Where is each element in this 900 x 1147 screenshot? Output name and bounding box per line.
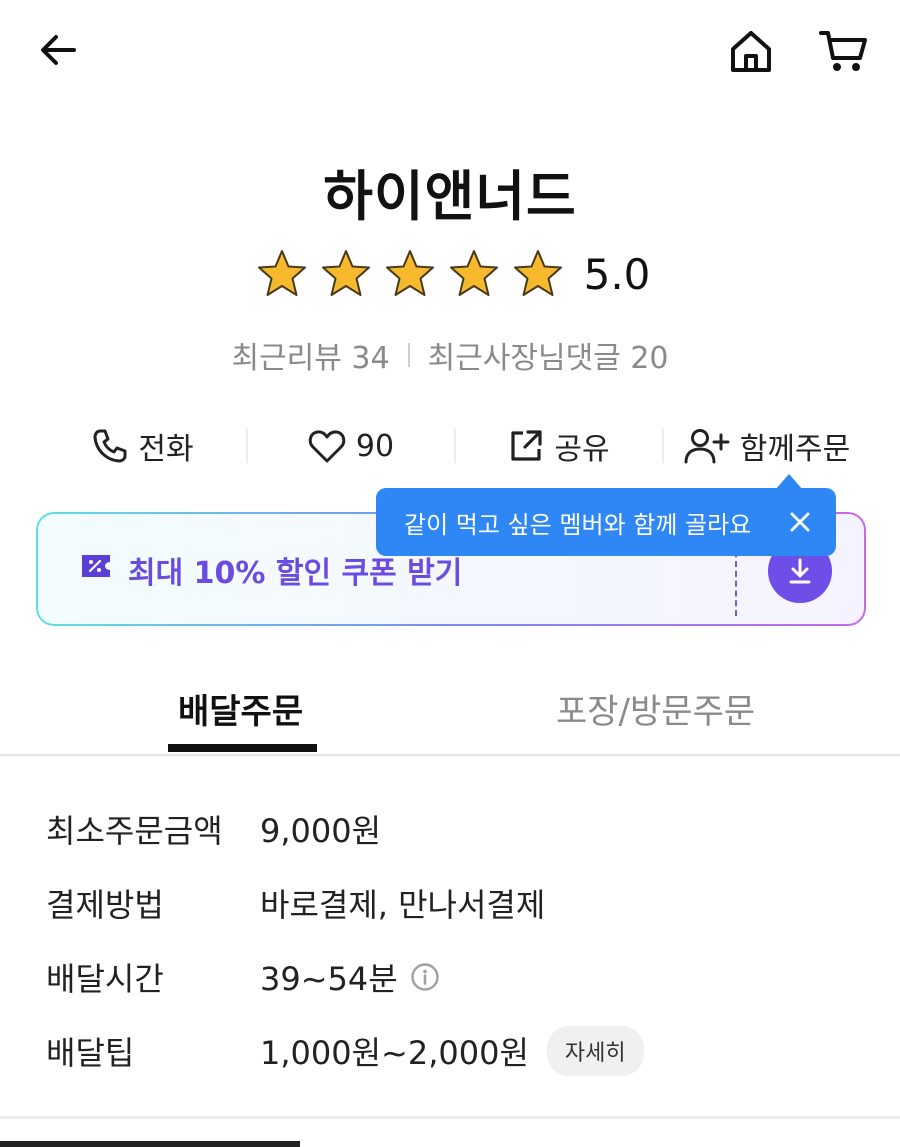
delivery-time-text: 39~54분	[260, 960, 398, 998]
delivery-time-row: 배달시간 39~54분	[46, 954, 440, 1000]
payment-value: 바로결제, 만나서결제	[260, 886, 546, 924]
home-icon	[731, 31, 771, 72]
order-type-tabs: 배달주문 포장/방문주문	[0, 670, 900, 756]
delivery-tip-label: 배달팁	[46, 1034, 135, 1072]
delivery-time-value: 39~54분	[260, 954, 440, 1000]
star-icon	[513, 250, 562, 296]
rating-row: 5.0	[0, 248, 900, 300]
like-count: 90	[355, 428, 395, 464]
share-label: 공유	[554, 432, 610, 467]
tab-pickup-visit-order[interactable]: 포장/방문주문	[556, 684, 755, 733]
group-order-label: 함께주문	[739, 432, 851, 467]
min-order-label: 최소주문금액	[46, 812, 223, 850]
action-row: 전화 90 공유 함께주문	[40, 420, 870, 472]
rating-value: 5.0	[583, 249, 651, 299]
payment-row: 결제방법 바로결제, 만나서결제	[46, 880, 545, 926]
add-user-icon	[684, 429, 730, 464]
cart-button[interactable]	[814, 22, 872, 80]
section-divider	[0, 1116, 900, 1119]
close-icon[interactable]	[786, 508, 814, 536]
delivery-tip-row: 배달팁 1,000원~2,000원 자세히	[46, 1026, 644, 1076]
tooltip-text: 같이 먹고 싶은 멤버와 함께 골라요	[404, 510, 752, 539]
store-name: 하이앤너드	[323, 165, 577, 228]
payment-label: 결제방법	[46, 886, 164, 924]
heart-icon	[308, 430, 346, 463]
back-button[interactable]	[30, 22, 86, 78]
back-arrow-icon	[41, 35, 76, 65]
min-order-row: 최소주문금액 9,000원	[46, 806, 381, 852]
delivery-tip-text: 1,000원~2,000원	[260, 1034, 529, 1072]
home-button[interactable]	[722, 22, 780, 80]
call-button[interactable]: 전화	[40, 424, 246, 468]
delivery-tip-detail-button[interactable]: 자세히	[546, 1026, 644, 1076]
star-icon	[321, 250, 370, 296]
coupon-icon	[82, 555, 110, 577]
min-order-value: 9,000원	[260, 812, 382, 850]
review-summary: 최근리뷰 34 최근사장님댓글 20	[0, 333, 900, 377]
star-icon	[257, 250, 306, 296]
divider	[407, 343, 410, 367]
delivery-tip-value: 1,000원~2,000원 자세히	[260, 1026, 644, 1076]
recent-owner-comments-link[interactable]: 최근사장님댓글 20	[428, 333, 669, 377]
like-button[interactable]: 90	[248, 428, 454, 464]
tab-delivery-order[interactable]: 배달주문	[178, 684, 303, 733]
star-icon	[449, 250, 498, 296]
info-icon[interactable]	[410, 962, 440, 992]
active-tab-indicator	[168, 744, 317, 752]
phone-icon	[93, 429, 127, 463]
star-icon	[385, 250, 434, 296]
bottom-tab-indicator	[0, 1141, 300, 1147]
delivery-time-label: 배달시간	[46, 960, 164, 998]
share-button[interactable]: 공유	[456, 424, 662, 468]
cart-icon	[819, 31, 867, 71]
call-label: 전화	[138, 432, 194, 467]
recent-reviews-link[interactable]: 최근리뷰 34	[231, 333, 389, 377]
group-order-tooltip: 같이 먹고 싶은 멤버와 함께 골라요	[376, 488, 836, 556]
group-order-button[interactable]: 함께주문	[664, 424, 870, 468]
download-icon	[789, 558, 811, 584]
share-icon	[511, 430, 542, 461]
